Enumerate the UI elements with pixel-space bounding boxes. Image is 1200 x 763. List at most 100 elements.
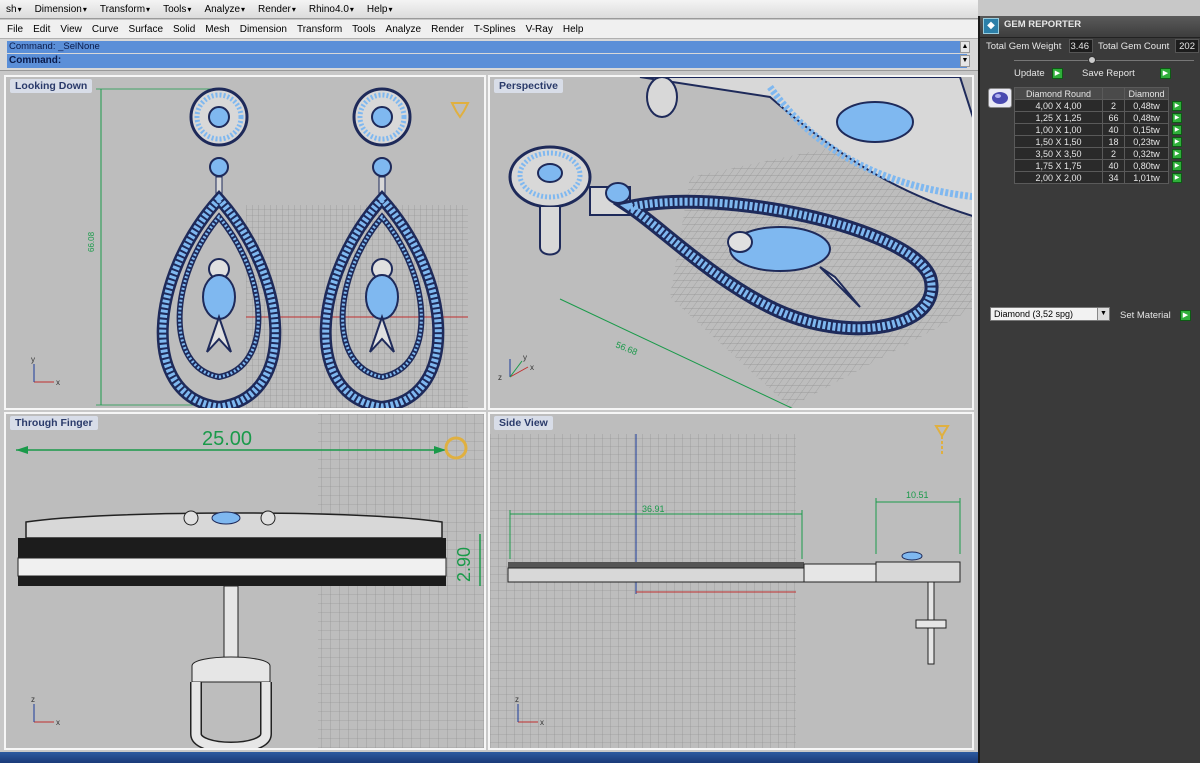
viewport-through-finger[interactable]: Through Finger 25.00 2.90 x z — [4, 412, 486, 750]
gem-table-row[interactable]: 3,50 X 3,50 2 0,32tw ▶ — [1014, 147, 1186, 160]
slider-handle[interactable] — [1088, 56, 1096, 64]
material-select[interactable]: Diamond (3,52 spg) ▼ — [990, 307, 1110, 321]
command-history: Command: _SelNone — [7, 41, 967, 53]
gem-table-cell: 4,00 X 4,00 — [1014, 99, 1103, 112]
gem-table-row[interactable]: 1,75 X 1,75 40 0,80tw ▶ — [1014, 159, 1186, 172]
total-gem-weight-label: Total Gem Weight — [986, 41, 1062, 52]
gem-table-row[interactable]: 1,25 X 1,25 66 0,48tw ▶ — [1014, 111, 1186, 124]
dimension-width-label: 25.00 — [202, 428, 252, 450]
svg-text:z: z — [515, 695, 519, 704]
dimension-b-label: 10.51 — [906, 490, 929, 500]
set-material-button[interactable]: ▶ — [1180, 310, 1191, 321]
menu-curve[interactable]: Curve — [87, 24, 124, 35]
menu-vray[interactable]: V-Ray — [521, 24, 558, 35]
svg-text:y: y — [31, 355, 35, 364]
menu-edit[interactable]: Edit — [28, 24, 55, 35]
save-report-label[interactable]: Save Report — [1082, 68, 1135, 79]
top-menu-item[interactable]: Analyze — [198, 4, 252, 15]
gem-row-action-cell: ▶ — [1169, 100, 1186, 112]
gem-table-header — [1102, 87, 1125, 100]
gem-table-row[interactable]: 1,00 X 1,00 40 0,15tw ▶ — [1014, 123, 1186, 136]
gem-row-select-button[interactable]: ▶ — [1172, 148, 1182, 159]
svg-text:z: z — [31, 695, 35, 704]
svg-text:x: x — [56, 718, 60, 727]
gem-table-cell: 0,48tw — [1124, 99, 1169, 112]
gem-table-cell: 0,15tw — [1124, 123, 1169, 136]
top-menu-item[interactable]: Tools — [157, 4, 198, 15]
set-material-label[interactable]: Set Material — [1120, 310, 1171, 321]
gem-row-select-button[interactable]: ▶ — [1172, 124, 1182, 135]
menu-analyze[interactable]: Analyze — [381, 24, 427, 35]
total-gem-count-label: Total Gem Count — [1098, 41, 1170, 52]
viewport-side-view[interactable]: Side View 36.91 10.51 x z — [488, 412, 974, 750]
total-gem-count-value: 202 — [1175, 39, 1199, 53]
svg-text:x: x — [56, 378, 60, 387]
gem-row-action-cell: ▶ — [1169, 160, 1186, 172]
gem-table-cell: 2,00 X 2,00 — [1014, 171, 1103, 184]
gem-table-cell: 40 — [1102, 123, 1125, 136]
gem-table-cell: 1,50 X 1,50 — [1014, 135, 1103, 148]
menu-mesh[interactable]: Mesh — [200, 24, 234, 35]
top-menu-item[interactable]: Dimension — [29, 4, 94, 15]
svg-text:y: y — [523, 353, 527, 362]
slider-track[interactable] — [1014, 60, 1194, 61]
command-input[interactable]: Command: — [7, 54, 967, 68]
menu-dimension[interactable]: Dimension — [235, 24, 292, 35]
viewport-perspective-drawing: 56.68 x y z — [498, 77, 972, 408]
viewport-title[interactable]: Through Finger — [10, 416, 98, 430]
gem-table-cell: 0,32tw — [1124, 147, 1169, 160]
gem-table-cell: 2 — [1102, 147, 1125, 160]
menu-render[interactable]: Render — [426, 24, 469, 35]
gem-table: Diamond Round Diamond 4,00 X 4,00 2 0,48tw… — [1014, 87, 1186, 184]
gem-table-cell: 1,01tw — [1124, 171, 1169, 184]
menu-bar: File Edit View Curve Surface Solid Mesh … — [0, 20, 978, 39]
top-menu-item[interactable]: Transform — [94, 4, 157, 15]
viewport-title[interactable]: Looking Down — [10, 79, 93, 93]
gem-table-row[interactable]: 4,00 X 4,00 2 0,48tw ▶ — [1014, 99, 1186, 112]
gem-table-row[interactable]: 2,00 X 2,00 34 1,01tw ▶ — [1014, 171, 1186, 184]
total-gem-weight-value: 3.46 — [1069, 39, 1093, 53]
chevron-down-icon[interactable]: ▼ — [1097, 308, 1109, 320]
gem-icon — [450, 102, 470, 119]
update-button-label[interactable]: Update — [1014, 68, 1045, 79]
update-button[interactable]: ▶ — [1052, 68, 1063, 79]
gem-row-select-button[interactable]: ▶ — [1172, 136, 1182, 147]
svg-text:z: z — [498, 373, 502, 382]
viewport-perspective[interactable]: Perspective 56.68 x y z — [488, 75, 974, 410]
scroll-down-icon[interactable]: ▼ — [960, 55, 970, 67]
save-report-button[interactable]: ▶ — [1160, 68, 1171, 79]
gem-row-select-button[interactable]: ▶ — [1172, 160, 1182, 171]
gem-table-cell: 1,75 X 1,75 — [1014, 159, 1103, 172]
top-menu-item[interactable]: sh — [0, 4, 29, 15]
menu-help[interactable]: Help — [558, 24, 589, 35]
gem-table-cell: 40 — [1102, 159, 1125, 172]
menu-tsplines[interactable]: T-Splines — [469, 24, 521, 35]
gem-reporter-logo-icon: ◆ — [983, 18, 999, 34]
gem-table-row[interactable]: 1,50 X 1,50 18 0,23tw ▶ — [1014, 135, 1186, 148]
top-menu-item[interactable]: Render — [252, 4, 303, 15]
dimension-label: 56.68 — [614, 340, 639, 358]
menu-solid[interactable]: Solid — [168, 24, 200, 35]
menu-tools[interactable]: Tools — [347, 24, 380, 35]
gem-row-select-button[interactable]: ▶ — [1172, 100, 1182, 111]
top-menu-item[interactable]: Rhino4.0 — [303, 4, 361, 15]
scroll-up-icon[interactable]: ▲ — [960, 41, 970, 53]
gem-table-header: Diamond Round — [1014, 87, 1103, 100]
top-menu-item[interactable]: Help — [361, 4, 400, 15]
gem-row-select-button[interactable]: ▶ — [1172, 112, 1182, 123]
gem-row-select-button[interactable]: ▶ — [1172, 172, 1182, 183]
menu-view[interactable]: View — [55, 24, 87, 35]
material-select-value: Diamond (3,52 spg) — [994, 309, 1074, 319]
dimension-height-label: 2.90 — [454, 547, 474, 582]
viewport-title[interactable]: Side View — [494, 416, 553, 430]
menu-surface[interactable]: Surface — [124, 24, 168, 35]
gem-table-cell: 0,48tw — [1124, 111, 1169, 124]
gem-table-cell: 1,00 X 1,00 — [1014, 123, 1103, 136]
dimension-a-label: 36.91 — [642, 504, 665, 514]
menu-file[interactable]: File — [2, 24, 28, 35]
menu-transform[interactable]: Transform — [292, 24, 347, 35]
viewport-looking-down[interactable]: Looking Down 66.08 x y — [4, 75, 486, 410]
diamond-shape-icon[interactable] — [988, 88, 1012, 108]
viewport-title[interactable]: Perspective — [494, 79, 563, 93]
gem-table-cell: 0,23tw — [1124, 135, 1169, 148]
